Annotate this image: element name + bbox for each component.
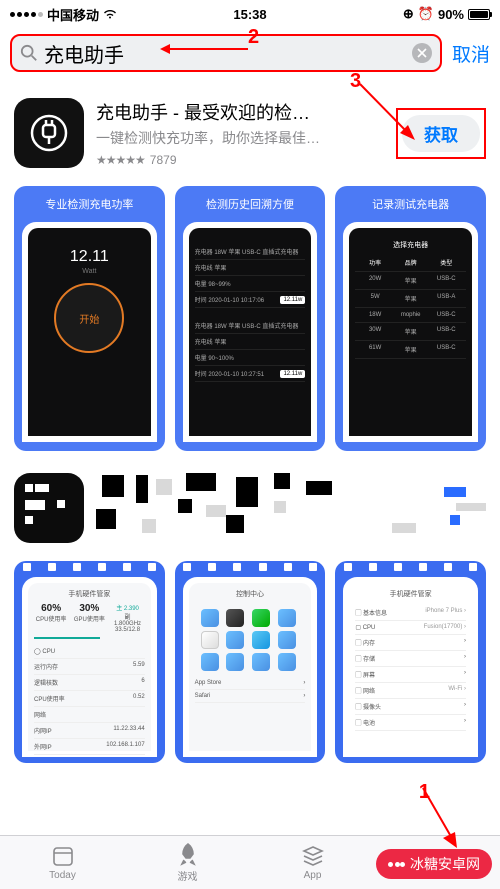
- annotation-arrow-3: [330, 78, 420, 148]
- alarm-icon: ⊕: [403, 6, 414, 22]
- watt-value: 12.11: [34, 248, 145, 266]
- screenshot-title: 记录测试充电器: [341, 196, 480, 212]
- screenshots-row-1[interactable]: 专业检测充电功率 12.11 Watt 开始 检测历史回溯方便 充电器 18W …: [0, 178, 500, 459]
- plug-icon: [27, 111, 71, 155]
- rocket-icon: [176, 842, 200, 866]
- app-grid: [195, 603, 306, 677]
- wifi-icon: [103, 9, 117, 19]
- screenshot-3: 记录测试充电器 选择充电器 功率品牌类型 20W苹果USB-C 5W苹果USB-…: [335, 186, 486, 451]
- clock: 15:38: [170, 7, 330, 22]
- screenshot-title: 检测历史回溯方便: [181, 196, 320, 212]
- film-holes-icon: [14, 563, 165, 573]
- annotation-arrow-2: [160, 40, 250, 58]
- screenshot-6: 手机硬件管家 ▢ 基本信息iPhone 7 Plus › ▢ CPUFusion…: [335, 561, 486, 763]
- alarm-clock-icon: ⏰: [418, 6, 434, 22]
- tab-label: App: [304, 870, 322, 881]
- pixelated-region: [96, 473, 486, 543]
- tab-today[interactable]: Today: [0, 836, 125, 889]
- screenshot-title: 专业检测充电功率: [20, 196, 159, 212]
- gauge-icon: 开始: [54, 283, 124, 353]
- screenshot-2: 检测历史回溯方便 充电器 18W 苹果 USB-C 直插式充电器 充电线 苹果 …: [175, 186, 326, 451]
- watermark-icon: [388, 862, 405, 867]
- battery-icon: [468, 9, 490, 20]
- tab-label: Today: [49, 870, 76, 881]
- status-right: ⊕ ⏰ 90%: [330, 6, 490, 22]
- app-result-1[interactable]: 充电助手 - 最受欢迎的检… 一键检测快充功率，助你选择最佳… ★★★★★ 78…: [0, 78, 500, 178]
- film-holes-icon: [335, 563, 486, 573]
- screenshots-row-2[interactable]: 手机硬件管家 60%CPU使用率 30%GPU使用率 主 2.390副 1.80…: [0, 557, 500, 767]
- watermark-text: 冰糖安卓网: [410, 854, 480, 874]
- screenshot-1: 专业检测充电功率 12.11 Watt 开始: [14, 186, 165, 451]
- clear-button[interactable]: [412, 43, 432, 63]
- app-icon-2: [14, 473, 84, 543]
- app-result-2[interactable]: [0, 459, 500, 557]
- watermark-badge: 冰糖安卓网: [376, 849, 492, 879]
- cancel-button[interactable]: 取消: [452, 40, 490, 67]
- search-icon: [20, 44, 38, 62]
- rating-count: 7879: [150, 153, 177, 167]
- film-holes-icon: [175, 563, 326, 573]
- stars-icon: ★★★★★: [96, 153, 145, 167]
- app-rating: ★★★★★ 7879: [96, 153, 384, 167]
- status-left: 中国移动: [10, 5, 170, 24]
- layers-icon: [301, 844, 325, 868]
- tab-label: 游戏: [178, 868, 198, 883]
- screenshot-5: 控制中心 App Store› Safari›: [175, 561, 326, 763]
- tab-apps[interactable]: App: [250, 836, 375, 889]
- today-icon: [51, 844, 75, 868]
- tab-games[interactable]: 游戏: [125, 836, 250, 889]
- app-icon: [14, 98, 84, 168]
- watt-unit: Watt: [34, 268, 145, 275]
- signal-icon: [10, 12, 43, 17]
- status-bar: 中国移动 15:38 ⊕ ⏰ 90%: [0, 0, 500, 28]
- battery-pct: 90%: [438, 7, 464, 22]
- carrier-label: 中国移动: [47, 5, 99, 24]
- start-label: 开始: [79, 311, 99, 326]
- screenshot-4: 手机硬件管家 60%CPU使用率 30%GPU使用率 主 2.390副 1.80…: [14, 561, 165, 763]
- annotation-arrow-1: [415, 784, 465, 854]
- close-icon: [417, 48, 427, 58]
